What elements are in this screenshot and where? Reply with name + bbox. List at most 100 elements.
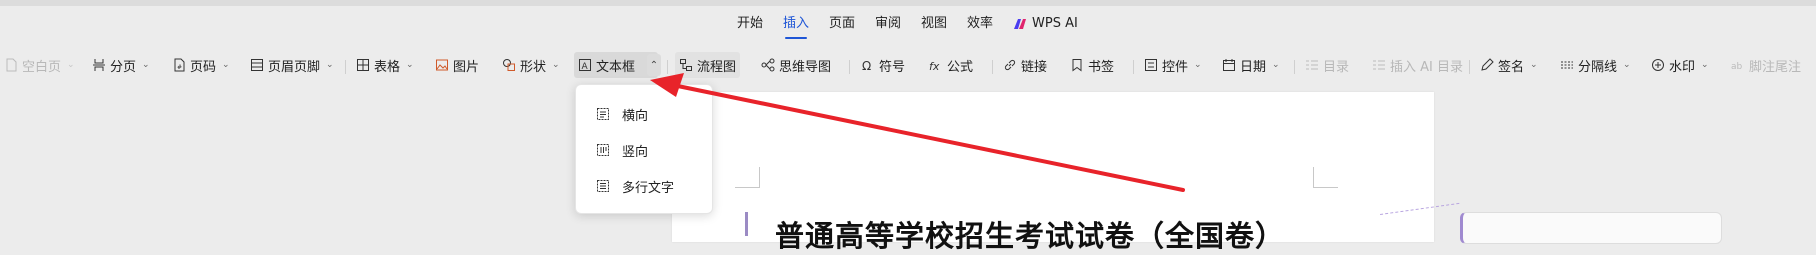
chevron-down-icon: ⌄ (142, 60, 150, 70)
page-number-button[interactable]: # 页码 ⌄ (168, 52, 234, 78)
divider-label: 分隔线 (1578, 59, 1618, 75)
tab-insert[interactable]: 插入 (783, 10, 809, 39)
toc-icon (1305, 58, 1319, 72)
link-icon (1003, 58, 1017, 72)
bookmark-button[interactable]: 书签 (1066, 52, 1118, 78)
watermark-label: 水印 (1669, 59, 1696, 75)
watermark-button[interactable]: 水印 ⌄ (1647, 52, 1713, 78)
bookmark-icon (1070, 58, 1084, 72)
toolbar-divider (1133, 60, 1134, 74)
tab-efficiency[interactable]: 效率 (967, 10, 993, 38)
tab-home[interactable]: 开始 (737, 10, 763, 38)
comment-marker (745, 212, 748, 236)
signature-button[interactable]: 签名 ⌄ (1476, 52, 1542, 78)
blank-page-label: 空白页 (22, 59, 62, 75)
chevron-down-icon: ⌄ (222, 60, 230, 70)
svg-text:Ω: Ω (862, 59, 871, 72)
textbox-button[interactable]: A 文本框 (574, 52, 658, 78)
ai-toc-button[interactable]: 插入 AI 目录 (1368, 52, 1467, 78)
tab-page[interactable]: 页面 (829, 10, 855, 38)
blank-page-button[interactable]: 空白页 ⌄ (0, 52, 79, 78)
footnote-button[interactable]: ab 脚注尾注 (1727, 52, 1805, 78)
header-footer-button[interactable]: 页眉页脚 ⌄ (246, 52, 338, 78)
pen-icon (1480, 58, 1494, 72)
link-label: 链接 (1021, 59, 1048, 75)
table-button[interactable]: 表格 ⌄ (352, 52, 418, 78)
toc-button[interactable]: 目录 (1301, 52, 1353, 78)
svg-text:A: A (582, 62, 589, 72)
chevron-down-icon: ⌄ (1272, 60, 1280, 70)
footnote-icon: ab (1731, 58, 1745, 72)
window-top-strip (0, 0, 1816, 6)
page-break-icon (92, 58, 106, 72)
footnote-label: 脚注尾注 (1749, 59, 1802, 75)
chevron-down-icon: ⌄ (67, 60, 75, 70)
chevron-down-icon: ⌄ (1194, 60, 1202, 70)
menu-item-multiline[interactable]: 多行文字 (596, 174, 674, 198)
page-break-label: 分页 (110, 59, 137, 75)
toolbar-divider (1469, 60, 1470, 74)
formula-label: 公式 (947, 59, 974, 75)
date-label: 日期 (1240, 59, 1267, 75)
watermark-icon (1651, 58, 1665, 72)
link-button[interactable]: 链接 (999, 52, 1051, 78)
chevron-up-icon: ⌃ (649, 59, 659, 71)
svg-text:fx: fx (929, 60, 940, 72)
flowchart-icon (679, 58, 693, 72)
toolbar-divider (992, 60, 993, 74)
chevron-down-icon: ⌄ (326, 60, 334, 70)
formula-button[interactable]: fx 公式 (925, 52, 977, 78)
textbox-icon: A (578, 58, 592, 72)
formula-icon: fx (929, 58, 943, 72)
flowchart-button[interactable]: 流程图 (675, 52, 741, 78)
page-break-button[interactable]: 分页 ⌄ (88, 52, 154, 78)
symbol-button[interactable]: Ω 符号 (857, 52, 909, 78)
textbox-label: 文本框 (596, 59, 636, 75)
mindmap-button[interactable]: 思维导图 (757, 52, 835, 78)
tab-review[interactable]: 审阅 (875, 10, 901, 38)
table-label: 表格 (374, 59, 401, 75)
controls-label: 控件 (1162, 59, 1189, 75)
svg-text:ab: ab (1731, 62, 1743, 72)
divider-button[interactable]: 分隔线 ⌄ (1556, 52, 1635, 78)
bookmark-label: 书签 (1088, 59, 1115, 75)
controls-button[interactable]: 控件 ⌄ (1140, 52, 1206, 78)
picture-button[interactable]: 图片 (431, 52, 483, 78)
comment-card[interactable] (1460, 212, 1722, 244)
picture-icon (435, 58, 449, 72)
tab-wps-ai[interactable]: WPS AI (1013, 10, 1078, 38)
picture-label: 图片 (453, 59, 480, 75)
tab-view[interactable]: 视图 (921, 10, 947, 38)
document-title[interactable]: 普通高等学校招生考试试卷（全国卷） (775, 213, 1285, 255)
toolbar-divider (849, 60, 850, 74)
mindmap-label: 思维导图 (779, 59, 832, 75)
controls-icon (1144, 58, 1158, 72)
toolbar-divider (345, 60, 346, 74)
menu-item-vertical[interactable]: 竖向 (596, 138, 648, 162)
vertical-textbox-icon (597, 144, 609, 156)
multiline-textbox-icon (597, 180, 609, 192)
date-button[interactable]: 日期 ⌄ (1218, 52, 1284, 78)
shape-button[interactable]: 形状 ⌄ (498, 52, 564, 78)
ribbon-tabs: 开始 插入 页面 审阅 视图 效率 WPS AI (0, 10, 1816, 40)
insert-toolbar: 空白页 ⌄ 分页 ⌄ # 页码 ⌄ 页眉页脚 ⌄ 表格 ⌄ 图片 形状 ⌄ A … (0, 48, 1816, 84)
divider-icon (1560, 58, 1574, 72)
svg-text:#: # (177, 64, 182, 71)
toolbar-divider (667, 60, 668, 74)
header-footer-icon (250, 58, 264, 72)
toolbar-divider (1294, 60, 1295, 74)
margin-corner-mark (735, 167, 760, 188)
page-number-icon: # (172, 58, 186, 72)
page-number-label: 页码 (190, 59, 217, 75)
horizontal-textbox-icon (597, 108, 609, 120)
page-icon (4, 58, 18, 72)
ai-toc-icon (1372, 58, 1386, 72)
chevron-down-icon: ⌄ (1530, 60, 1538, 70)
table-icon (356, 58, 370, 72)
textbox-dropdown-toggle[interactable]: ⌃ (647, 54, 661, 76)
menu-item-label: 多行文字 (622, 180, 675, 196)
menu-item-horizontal[interactable]: 横向 (596, 102, 648, 126)
omega-icon: Ω (861, 58, 875, 72)
ai-toc-label: 插入 AI 目录 (1390, 59, 1463, 75)
toc-label: 目录 (1323, 59, 1350, 75)
